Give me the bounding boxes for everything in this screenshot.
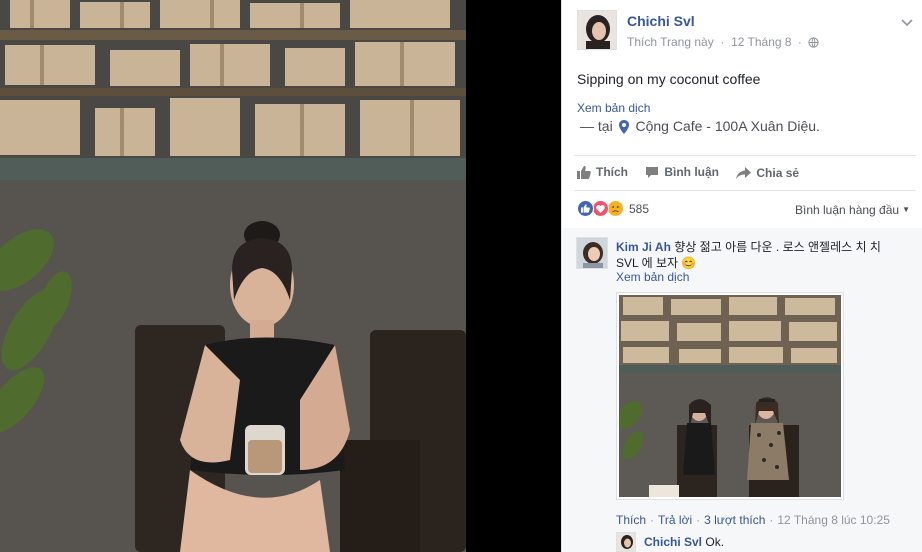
facebook-photo-viewer: Chichi Svl Thích Trang này · 12 Tháng 8 … (0, 0, 922, 552)
like-button[interactable]: Thích (577, 165, 628, 179)
location-link[interactable]: Cộng Cafe - 100A Xuân Diệu. (635, 118, 819, 134)
sad-icon (607, 200, 624, 217)
author-avatar[interactable] (577, 10, 617, 50)
like-page-link[interactable]: Thích Trang này (627, 35, 714, 49)
post-text: Sipping on my coconut coffee (577, 71, 761, 87)
author-name[interactable]: Chichi Svl (627, 13, 695, 29)
post-sidebar: Chichi Svl Thích Trang này · 12 Tháng 8 … (561, 0, 922, 552)
commenter-name[interactable]: Kim Ji Ah (616, 240, 671, 254)
comment-like-link[interactable]: Thích (616, 513, 646, 527)
photo-viewer-backdrop (466, 0, 561, 552)
share-icon (736, 166, 752, 179)
comment-icon (646, 166, 659, 178)
post-date[interactable]: 12 Tháng 8 (731, 35, 792, 49)
post-meta: Thích Trang này · 12 Tháng 8 · (627, 35, 819, 51)
separator: · (769, 513, 774, 527)
caret-down-icon: ▼ (902, 205, 910, 214)
love-icon (592, 200, 609, 217)
avatar-image (577, 238, 607, 268)
post-header: Chichi Svl Thích Trang này · 12 Tháng 8 … (577, 10, 917, 54)
separator: · (696, 513, 701, 527)
reply-body: Chichi Svl Ok. (644, 535, 724, 549)
checkin-line: — tại Cộng Cafe - 100A Xuân Diệu. (580, 118, 820, 137)
thumbs-up-icon (577, 165, 591, 179)
reply-text: Ok. (705, 535, 725, 549)
separator: · (650, 513, 655, 527)
reaction-count: 585 (629, 202, 650, 216)
photo-illustration (0, 0, 466, 552)
meta-separator: · (717, 35, 728, 49)
divider (574, 190, 916, 191)
chevron-down-icon[interactable] (901, 14, 913, 32)
comment-photo-image (616, 295, 841, 497)
avatar-image (617, 533, 635, 551)
avatar-image (578, 11, 616, 49)
meta-dot: · (797, 35, 802, 49)
share-button[interactable]: Chia sẻ (736, 166, 799, 180)
map-pin-icon (618, 120, 629, 137)
comment-likes-count[interactable]: 3 lượt thích (704, 513, 765, 527)
checkin-prefix: — tại (580, 118, 613, 134)
comment-body: Kim Ji Ah 향상 젊고 아름 다운 . 로스 앤젤레스 치 치 SVL … (616, 239, 901, 271)
comment-sort-dropdown[interactable]: Bình luận hàng đầu ▼ (795, 203, 910, 217)
comment-button[interactable]: Bình luận (645, 165, 719, 179)
divider (574, 155, 916, 156)
post-actions: Thích Bình luận Chia sẻ (577, 165, 813, 183)
share-label: Chia sẻ (756, 165, 800, 180)
sort-label: Bình luận hàng đầu (794, 203, 900, 217)
post-photo[interactable] (0, 0, 466, 552)
see-translation-link[interactable]: Xem bản dịch (577, 101, 650, 115)
comment-attached-photo[interactable] (616, 292, 844, 500)
reply-author-name[interactable]: Chichi Svl (644, 535, 702, 549)
globe-icon (808, 37, 819, 51)
commenter-avatar[interactable] (576, 237, 608, 269)
comment-see-translation-link[interactable]: Xem bản dịch (616, 270, 689, 284)
like-label: Thích (596, 165, 628, 179)
like-icon (577, 200, 594, 217)
comment-label: Bình luận (664, 165, 720, 179)
comment-timestamp[interactable]: 12 Tháng 8 lúc 10:25 (777, 513, 890, 527)
comment-reply-link[interactable]: Trả lời (658, 513, 692, 527)
comment-actions: Thích · Trả lời · 3 lượt thích · 12 Tháng 8 lú… (616, 513, 890, 527)
reply-avatar[interactable] (616, 532, 636, 552)
